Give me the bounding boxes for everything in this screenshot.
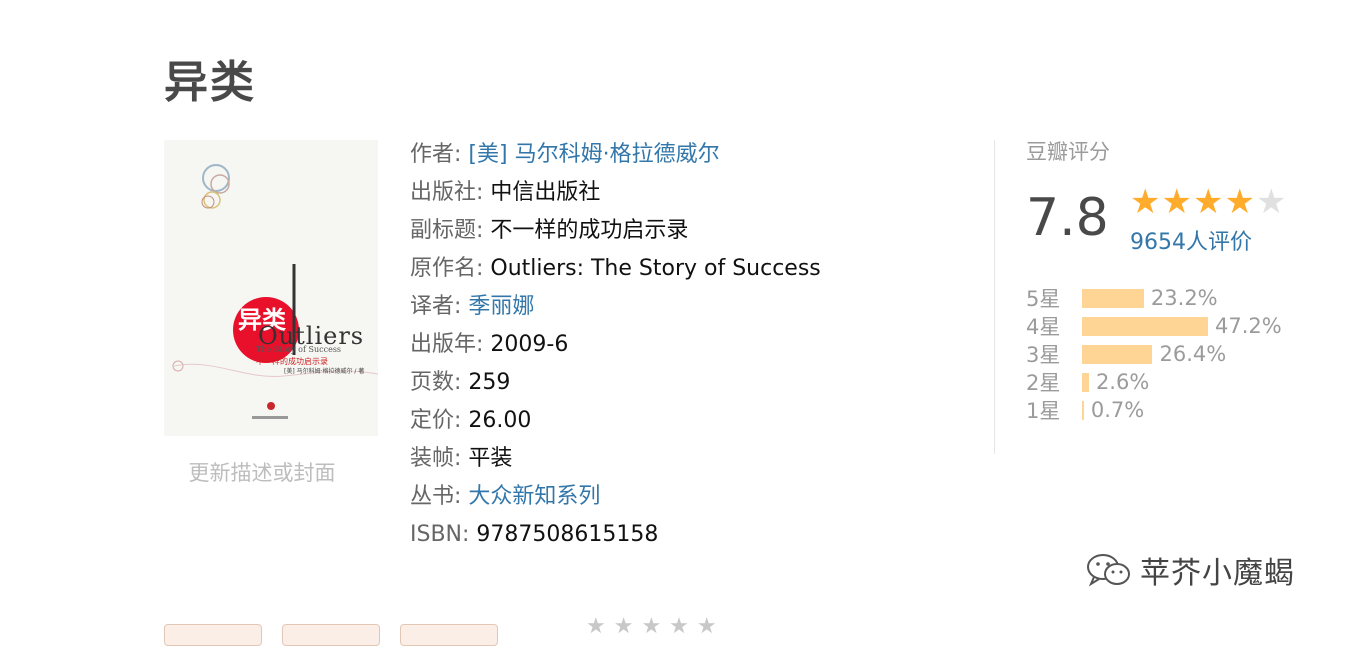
book-info: 作者: [美] 马尔科姆·格拉德威尔 出版社: 中信出版社 副标题: 不一样的成… <box>410 136 970 554</box>
reading-button[interactable] <box>282 624 380 646</box>
star-icon: ★ <box>1161 182 1192 222</box>
info-original-title: 原作名: Outliers: The Story of Success <box>410 256 821 281</box>
rating-distribution: 5星 23.2% 4星 47.2% 3星 26.4% 2星 2.6% 1星 0.7% <box>1026 284 1282 424</box>
dist-bar <box>1082 344 1153 364</box>
info-author: 作者: [美] 马尔科姆·格拉德威尔 <box>410 142 720 167</box>
rating-people-link[interactable]: 9654人评价 <box>1130 224 1252 256</box>
rating-score: 7.8 <box>1026 188 1109 248</box>
info-binding: 装帧: 平装 <box>410 446 513 471</box>
want-read-button[interactable] <box>164 624 262 646</box>
info-isbn: ISBN: 9787508615158 <box>410 522 659 547</box>
book-cover[interactable]: 异类 Outliers The Story of Success 不一样的成功启… <box>164 140 378 436</box>
info-pages: 页数: 259 <box>410 370 511 395</box>
info-price: 定价: 26.00 <box>410 408 532 433</box>
star-icon: ★ <box>1130 182 1161 222</box>
watermark-text: 苹芥小魔蝎 <box>1140 556 1295 591</box>
book-title: 异类 <box>164 57 256 108</box>
series-link[interactable]: 大众新知系列 <box>468 484 600 509</box>
cover-subtitle-en: The Story of Success <box>256 345 342 354</box>
translator-link[interactable]: 季丽娜 <box>468 294 534 319</box>
dist-row-5: 5星 23.2% <box>1026 286 1218 311</box>
rate-stars-input[interactable]: ★★★★★ <box>586 614 725 639</box>
read-button[interactable] <box>400 624 498 646</box>
info-publisher: 出版社: 中信出版社 <box>410 180 601 205</box>
cover-author: [美] 马尔科姆·格拉德威尔 / 著 <box>284 368 365 375</box>
wechat-icon <box>1087 554 1130 587</box>
rating-divider <box>994 140 995 454</box>
dist-row-2: 2星 2.6% <box>1026 370 1150 395</box>
cover-art <box>172 164 378 419</box>
author-link[interactable]: [美] 马尔科姆·格拉德威尔 <box>468 142 719 167</box>
rating-title: 豆瓣评分 <box>1026 140 1110 164</box>
info-year: 出版年: 2009-6 <box>410 332 569 357</box>
dist-row-4: 4星 47.2% <box>1026 314 1282 339</box>
star-icon: ★ <box>1192 182 1224 222</box>
dist-row-1: 1星 0.7% <box>1026 398 1145 423</box>
rating-stars: ★ ★ ★ ★ ★ <box>1130 180 1286 224</box>
star-empty-icon: ★ <box>1255 182 1287 222</box>
dist-bar <box>1082 316 1208 336</box>
watermark: 苹芥小魔蝎 <box>1086 548 1295 592</box>
info-series: 丛书: 大众新知系列 <box>410 484 601 509</box>
dist-bar <box>1082 288 1144 308</box>
star-icon: ★ <box>1224 182 1255 222</box>
update-cover-link[interactable]: 更新描述或封面 <box>164 457 360 487</box>
dist-bar <box>1082 372 1089 392</box>
info-subtitle: 副标题: 不一样的成功启示录 <box>410 218 689 243</box>
dist-bar <box>1082 400 1084 420</box>
info-translator: 译者: 季丽娜 <box>410 294 535 319</box>
dist-row-3: 3星 26.4% <box>1026 342 1227 367</box>
